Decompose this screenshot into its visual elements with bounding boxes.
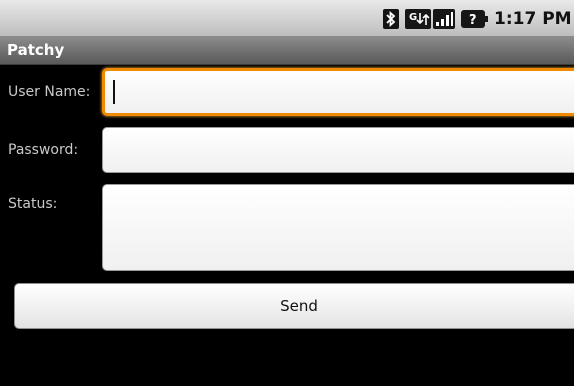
- password-label: Password:: [8, 142, 79, 158]
- battery-unknown-icon: ?: [461, 9, 488, 29]
- text-cursor: [113, 80, 115, 104]
- app-title-bar: Patchy: [0, 37, 574, 65]
- password-input[interactable]: [102, 127, 574, 173]
- username-input[interactable]: [102, 68, 574, 116]
- send-button-label: Send: [280, 297, 318, 315]
- send-button[interactable]: Send: [14, 283, 574, 329]
- gsm-data-icon: G: [405, 9, 431, 29]
- bluetooth-icon: [383, 9, 399, 29]
- username-label: User Name:: [8, 84, 91, 100]
- svg-text:G: G: [409, 12, 417, 23]
- svg-text:?: ?: [469, 13, 477, 28]
- status-textarea[interactable]: [102, 184, 574, 271]
- clock-time: 1:17 PM: [494, 9, 572, 29]
- app-title: Patchy: [7, 41, 65, 59]
- signal-icon: [433, 9, 455, 29]
- status-label: Status:: [8, 196, 58, 212]
- status-bar: G ? 1:17 PM: [0, 0, 574, 37]
